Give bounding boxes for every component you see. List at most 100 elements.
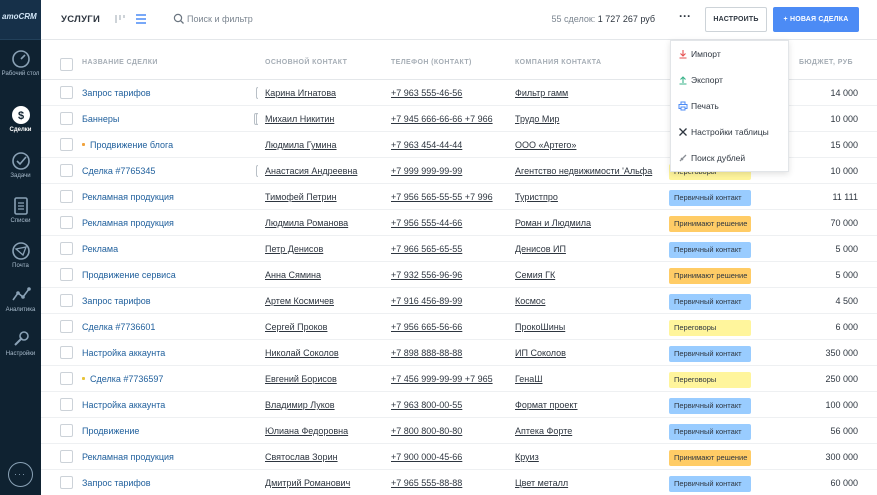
row-checkbox[interactable]	[60, 320, 73, 333]
company-link[interactable]: ПрокоШины	[515, 314, 665, 340]
phone-link[interactable]: +7 900 000-45-66	[391, 444, 503, 470]
phone-link[interactable]: +7 932 556-96-96	[391, 262, 503, 288]
column-header-budget[interactable]: БЮДЖЕТ, РУБ	[799, 59, 853, 66]
table-row[interactable]: Настройка аккаунтаЗаявка с сайта Владимир…	[41, 392, 877, 418]
list-view-icon[interactable]	[134, 12, 148, 26]
contact-link[interactable]: Анастасия Андреевна	[265, 158, 385, 184]
deal-name-link[interactable]: Сделка #7736601	[82, 314, 182, 340]
company-link[interactable]: Аптека Форте	[515, 418, 665, 444]
row-checkbox[interactable]	[60, 164, 73, 177]
row-checkbox[interactable]	[60, 476, 73, 489]
table-row[interactable]: Сделка #7736597Заявка с сайта Евгений Бор…	[41, 366, 877, 392]
status-badge[interactable]: Первичный контакт	[669, 293, 751, 310]
phone-link[interactable]: +7 963 454-44-44	[391, 132, 503, 158]
row-checkbox[interactable]	[60, 268, 73, 281]
contact-link[interactable]: Владимир Луков	[265, 392, 385, 418]
phone-link[interactable]: +7 956 555-44-66	[391, 210, 503, 236]
search-input[interactable]	[187, 11, 387, 27]
row-checkbox[interactable]	[60, 424, 73, 437]
deal-name-link[interactable]: Продвижение сервиса	[82, 262, 182, 288]
contact-link[interactable]: Юлиана Федоровна	[265, 418, 385, 444]
status-badge[interactable]: Первичный контакт	[669, 189, 751, 206]
company-link[interactable]: ООО «Артего»	[515, 132, 665, 158]
contact-link[interactable]: Карина Игнатова	[265, 80, 385, 106]
more-button[interactable]: ···	[672, 7, 698, 31]
row-checkbox[interactable]	[60, 138, 73, 151]
new-deal-button[interactable]: + НОВАЯ СДЕЛКА	[773, 7, 859, 32]
status-badge[interactable]: Принимают решение	[669, 267, 751, 284]
row-checkbox[interactable]	[60, 372, 73, 385]
status-badge[interactable]: Переговоры	[669, 319, 751, 336]
status-badge[interactable]: Принимают решение	[669, 449, 751, 466]
table-row[interactable]: ПродвижениеЗаявка с сайта Юлиана Федоровн…	[41, 418, 877, 444]
phone-link[interactable]: +7 966 565-65-55	[391, 236, 503, 262]
contact-link[interactable]: Тимофей Петрин	[265, 184, 385, 210]
company-link[interactable]: Цвет металл	[515, 470, 665, 495]
table-row[interactable]: Настройка аккаунтаЗаявка с сайта Николай …	[41, 340, 877, 366]
menu-item-print[interactable]: Печать	[671, 93, 790, 119]
sidebar-item-analytics[interactable]: Аналитика	[0, 284, 41, 314]
sidebar-item-dashboard[interactable]: Рабочий стол	[0, 48, 41, 78]
table-row[interactable]: Рекламная продукция+1 Людмила Романова+7 …	[41, 210, 877, 236]
logo[interactable]: amoCRM	[0, 0, 41, 40]
row-checkbox[interactable]	[60, 190, 73, 203]
contact-link[interactable]: Людмила Гумина	[265, 132, 385, 158]
sidebar-item-lists[interactable]: Списки	[0, 195, 41, 225]
deal-name-link[interactable]: Реклама	[82, 236, 182, 262]
menu-item-find-duplicates[interactable]: Поиск дублей	[671, 145, 790, 171]
row-checkbox[interactable]	[60, 450, 73, 463]
contact-link[interactable]: Михаил Никитин	[265, 106, 385, 132]
sidebar-item-deals[interactable]: $ Сделки	[0, 104, 41, 134]
status-badge[interactable]: Первичный контакт	[669, 475, 751, 492]
company-link[interactable]: Денисов ИП	[515, 236, 665, 262]
contact-link[interactable]: Петр Денисов	[265, 236, 385, 262]
row-checkbox[interactable]	[60, 346, 73, 359]
contact-link[interactable]: Святослав Зорин	[265, 444, 385, 470]
column-header-contact[interactable]: ОСНОВНОЙ КОНТАКТ	[265, 59, 347, 66]
phone-link[interactable]: +7 456 999-99-99 +7 965	[391, 366, 503, 392]
table-row[interactable]: Рекламаакция лето Петр Денисов+7 966 565-…	[41, 236, 877, 262]
deal-name-link[interactable]: Баннеры	[82, 106, 182, 132]
sidebar-item-settings[interactable]: Настройки	[0, 328, 41, 358]
deal-name-link[interactable]: Запрос тарифов	[82, 470, 182, 495]
status-badge[interactable]: Первичный контакт	[669, 397, 751, 414]
phone-link[interactable]: +7 963 555-46-56	[391, 80, 503, 106]
deal-name-link[interactable]: Рекламная продукция	[82, 184, 182, 210]
table-row[interactable]: Запрос тарифовЗаявка с сайта Артем Космич…	[41, 288, 877, 314]
column-header-name[interactable]: НАЗВАНИЕ СДЕЛКИ	[82, 59, 158, 66]
sidebar-item-tasks[interactable]: Задачи	[0, 150, 41, 180]
contact-link[interactable]: Людмила Романова	[265, 210, 385, 236]
deal-name-link[interactable]: Продвижение блога	[90, 132, 190, 158]
menu-item-export[interactable]: Экспорт	[671, 67, 790, 93]
select-all-checkbox[interactable]	[60, 58, 73, 71]
deal-name-link[interactable]: Запрос тарифов	[82, 80, 182, 106]
phone-link[interactable]: +7 898 888-88-88	[391, 340, 503, 366]
company-link[interactable]: ИП Соколов	[515, 340, 665, 366]
company-link[interactable]: Трудо Мир	[515, 106, 665, 132]
column-header-company[interactable]: КОМПАНИЯ КОНТАКТА	[515, 59, 602, 66]
company-link[interactable]: Туристпро	[515, 184, 665, 210]
company-link[interactable]: Семия ГК	[515, 262, 665, 288]
company-link[interactable]: Круиз	[515, 444, 665, 470]
phone-link[interactable]: +7 963 800-00-55	[391, 392, 503, 418]
deal-name-link[interactable]: Сделка #7736597	[90, 366, 190, 392]
pipeline-view-icon[interactable]	[113, 12, 127, 26]
contact-link[interactable]: Анна Сямина	[265, 262, 385, 288]
status-badge[interactable]: Первичный контакт	[669, 241, 751, 258]
table-row[interactable]: Сделка #7736601Заявка с сайта Сергей Прок…	[41, 314, 877, 340]
table-row[interactable]: Запрос тарифовЗаявка с сайта Дмитрий Рома…	[41, 470, 877, 495]
setup-button[interactable]: НАСТРОИТЬ	[705, 7, 767, 32]
table-row[interactable]: Рекламная продукция+1 Тимофей Петрин+7 95…	[41, 184, 877, 210]
phone-link[interactable]: +7 916 456-89-99	[391, 288, 503, 314]
deal-name-link[interactable]: Рекламная продукция	[82, 444, 182, 470]
company-link[interactable]: Космос	[515, 288, 665, 314]
company-link[interactable]: ГенаШ	[515, 366, 665, 392]
company-link[interactable]: Фильтр гамм	[515, 80, 665, 106]
row-checkbox[interactable]	[60, 242, 73, 255]
table-row[interactable]: Рекламная продукция+1 Святослав Зорин+7 9…	[41, 444, 877, 470]
deal-name-link[interactable]: Сделка #7765345	[82, 158, 182, 184]
menu-item-import[interactable]: Импорт	[671, 41, 790, 67]
page-title[interactable]: УСЛУГИ	[61, 14, 100, 25]
contact-link[interactable]: Артем Космичев	[265, 288, 385, 314]
phone-link[interactable]: +7 999 999-99-99	[391, 158, 503, 184]
